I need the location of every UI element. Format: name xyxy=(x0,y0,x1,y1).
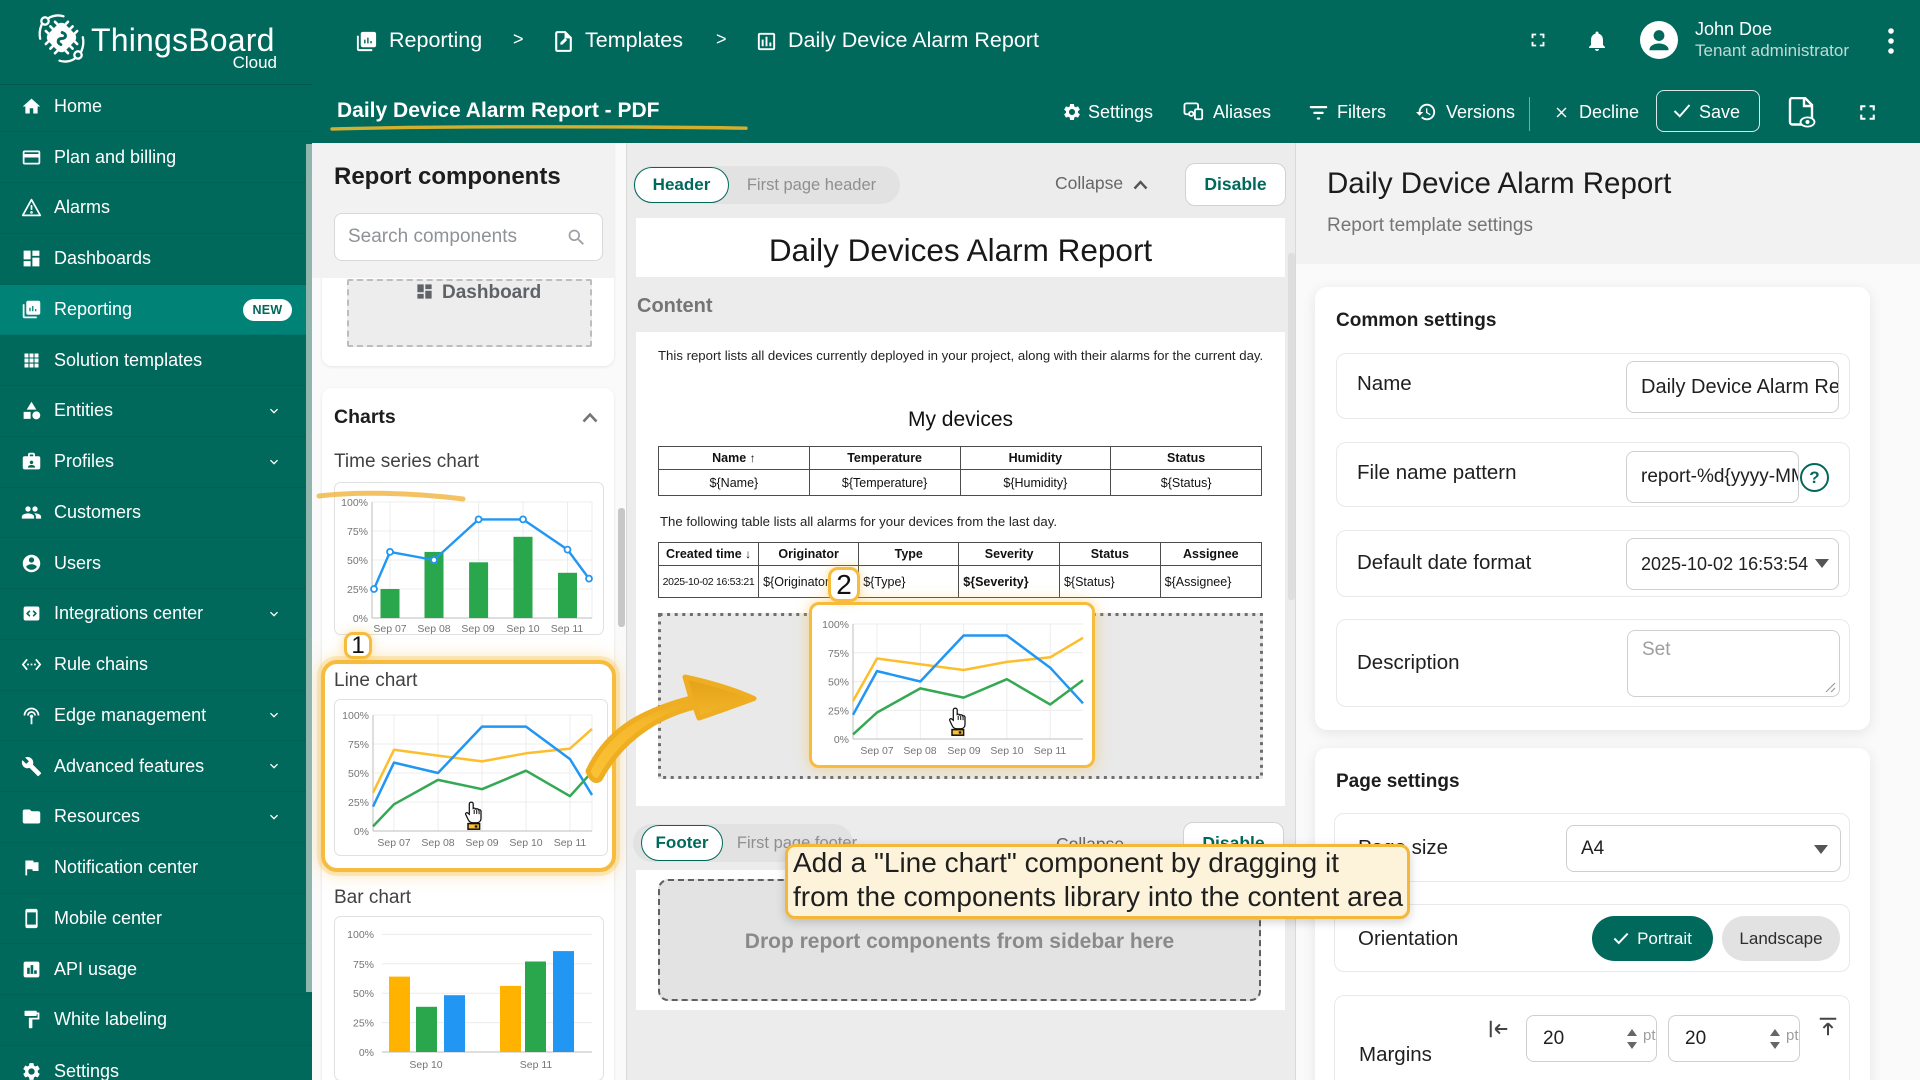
svg-text:25%: 25% xyxy=(353,1018,374,1030)
svg-text:75%: 75% xyxy=(347,526,368,538)
svg-text:Sep 10: Sep 10 xyxy=(509,837,542,849)
svg-text:Sep 11: Sep 11 xyxy=(554,837,587,849)
svg-text:Sep 09: Sep 09 xyxy=(465,837,498,849)
svg-text:0%: 0% xyxy=(353,613,368,625)
svg-text:25%: 25% xyxy=(828,705,849,717)
svg-text:100%: 100% xyxy=(342,710,369,722)
svg-text:50%: 50% xyxy=(353,988,374,1000)
svg-text:Sep 10: Sep 10 xyxy=(990,745,1023,757)
svg-text:Sep 11: Sep 11 xyxy=(1034,745,1067,757)
svg-text:Sep 11: Sep 11 xyxy=(520,1059,553,1071)
svg-text:Sep 08: Sep 08 xyxy=(421,837,454,849)
svg-text:Sep 08: Sep 08 xyxy=(417,623,450,635)
svg-text:50%: 50% xyxy=(348,768,369,780)
svg-text:75%: 75% xyxy=(348,739,369,751)
svg-text:100%: 100% xyxy=(822,619,849,631)
svg-text:Sep 09: Sep 09 xyxy=(461,623,494,635)
svg-text:Sep 09: Sep 09 xyxy=(947,745,980,757)
svg-text:75%: 75% xyxy=(353,959,374,971)
svg-text:Sep 08: Sep 08 xyxy=(903,745,936,757)
svg-text:Sep 10: Sep 10 xyxy=(506,623,539,635)
svg-text:25%: 25% xyxy=(348,797,369,809)
svg-text:50%: 50% xyxy=(828,677,849,689)
svg-text:100%: 100% xyxy=(347,929,374,941)
svg-text:Sep 07: Sep 07 xyxy=(377,837,410,849)
svg-text:50%: 50% xyxy=(347,555,368,567)
svg-text:Sep 10: Sep 10 xyxy=(409,1059,442,1071)
svg-text:0%: 0% xyxy=(834,734,849,746)
svg-text:Sep 07: Sep 07 xyxy=(860,745,893,757)
svg-text:75%: 75% xyxy=(828,648,849,660)
svg-text:25%: 25% xyxy=(347,584,368,596)
svg-text:0%: 0% xyxy=(354,826,369,838)
svg-text:Sep 07: Sep 07 xyxy=(373,623,406,635)
svg-text:0%: 0% xyxy=(359,1047,374,1059)
